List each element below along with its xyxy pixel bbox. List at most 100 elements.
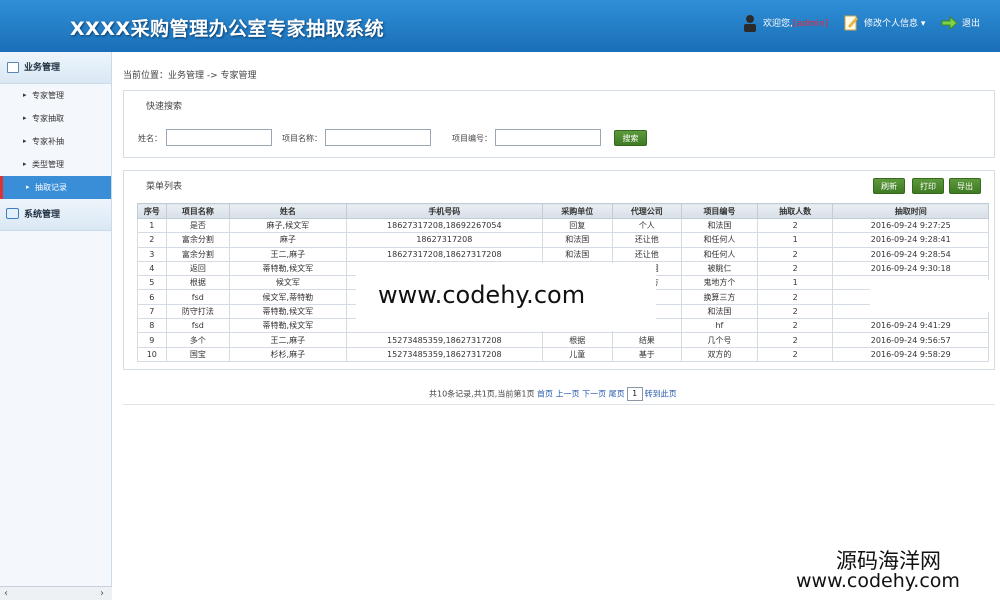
table-cell: 根据 — [542, 332, 613, 348]
watermark-blank — [870, 280, 990, 312]
table-cell: 9 — [137, 332, 167, 348]
table-cell: 和任何人 — [681, 246, 758, 262]
name-input[interactable] — [166, 129, 272, 146]
pagination: 共10条记录,共1页,当前第1页 首页 上一页 下一页 尾页 1 转到此页 — [429, 387, 677, 401]
table-cell: 几个号 — [681, 332, 758, 348]
name-label: 姓名： — [138, 134, 162, 143]
breadcrumb: 当前位置：业务管理 -> 专家管理 — [123, 71, 257, 81]
table-cell: 18627317208,18627317208 — [345, 246, 544, 262]
page-number-input[interactable]: 1 — [626, 387, 643, 401]
project-no-input[interactable] — [495, 129, 601, 146]
table-cell: 和法国 — [681, 217, 758, 234]
table-cell: 3 — [137, 246, 167, 262]
sidebar-item-expert-manage[interactable]: ▸ 专家管理 — [0, 84, 111, 107]
project-no-label: 项目编号： — [452, 134, 492, 143]
table-cell: 个人 — [611, 217, 683, 234]
table-cell: 和法国 — [542, 246, 613, 262]
table-cell: fsd — [165, 318, 231, 334]
sidebar-item-type-manage[interactable]: ▸ 类型管理 — [0, 153, 111, 176]
table-cell: 18627317208,18692267054 — [345, 217, 544, 234]
table-row[interactable]: 9 多个 王二,麻子 15273485359,18627317208 根据 结果 几个号 2 2… — [137, 332, 989, 348]
table-cell: 多个 — [165, 332, 231, 348]
col-header[interactable]: 采购单位 — [542, 203, 613, 219]
table-cell: 被眺仁 — [681, 260, 758, 277]
pager-goto[interactable]: 转到此页 — [645, 390, 677, 399]
refresh-button[interactable]: 刷新 — [873, 178, 905, 194]
table-header-row: 序号 项目名称 姓名 手机号码 采购单位 代理公司 项目编号 抽取人数 抽取时间 — [137, 203, 989, 219]
export-button[interactable]: 导出 — [949, 178, 981, 194]
table-cell: 15273485359,18627317208 — [345, 346, 544, 362]
col-header[interactable]: 抽取时间 — [832, 203, 989, 219]
table-cell: 和任何人 — [681, 232, 758, 248]
table-cell: 2016-09-24 9:56:57 — [832, 332, 989, 348]
table-cell: 富余分割 — [165, 232, 231, 248]
table-cell: 2016-09-24 9:30:18 — [832, 260, 989, 277]
table-cell: 2 — [756, 346, 834, 362]
scroll-right-icon[interactable]: › — [100, 587, 104, 600]
table-cell: 8 — [137, 318, 167, 334]
logout-link[interactable]: 退出 — [962, 16, 980, 32]
caret-right-icon: ▸ — [23, 114, 27, 122]
sidebar-group-system[interactable]: 系统管理 — [0, 199, 111, 231]
table-row[interactable]: 3 富余分割 王二,麻子 18627317208,18627317208 和法国 还让他和… — [137, 246, 989, 262]
table-cell: 候文军,蒂特勒 — [229, 289, 347, 305]
table-row[interactable]: 1 是否 麻子,候文军 18627317208,18692267054 回复 个人 和法国 2… — [137, 217, 989, 234]
watermark-url: www.codehy.com — [378, 281, 586, 309]
project-name-input[interactable] — [325, 129, 431, 146]
pager-first[interactable]: 首页 — [537, 390, 553, 399]
table-cell: 王二,麻子 — [229, 246, 347, 262]
project-name-label: 项目名称： — [282, 134, 322, 143]
table-cell: 2016-09-24 9:41:29 — [832, 318, 989, 334]
col-header[interactable]: 手机号码 — [345, 203, 544, 219]
edit-profile-link[interactable]: 修改个人信息 ▾ — [864, 16, 925, 32]
table-cell: 2 — [756, 303, 834, 320]
table-cell: 2016-09-24 9:27:25 — [832, 217, 989, 234]
table-cell: 7 — [137, 303, 167, 320]
table-cell: 结果 — [611, 332, 683, 348]
pager-last[interactable]: 尾页 — [609, 390, 625, 399]
table-row[interactable]: 2 富余分割 麻子 18627317208 和法国 还让他 和任何人 1 2016-09-24 … — [137, 232, 989, 248]
table-cell: 4 — [137, 260, 167, 277]
table-row[interactable]: 10 国宝 杉杉,麻子 15273485359,18627317208 儿童 基于 双方的 2… — [137, 346, 989, 362]
table-cell: 2016-09-24 9:58:29 — [832, 346, 989, 362]
col-header[interactable]: 项目编号 — [681, 203, 758, 219]
col-header[interactable]: 序号 — [137, 203, 167, 219]
col-header[interactable]: 代理公司 — [611, 203, 683, 219]
table-cell: 1 — [756, 232, 834, 248]
logout-icon — [941, 15, 958, 31]
top-header: XXXX采购管理办公室专家抽取系统 欢迎您,[admin] 修改个人信息 ▾ 退… — [0, 0, 1000, 52]
sidebar-scrollbar[interactable]: ‹ › — [0, 586, 112, 600]
user-icon — [744, 15, 756, 32]
table-cell: 根据 — [165, 275, 231, 291]
table-cell: 2 — [756, 260, 834, 277]
table-cell: 国宝 — [165, 346, 231, 362]
sidebar-item-expert-redraw[interactable]: ▸ 专家补抽 — [0, 130, 111, 153]
search-button[interactable]: 搜索 — [614, 130, 647, 146]
table-cell: 返回 — [165, 260, 231, 277]
table-cell: 10 — [137, 346, 167, 362]
table-cell: 5 — [137, 275, 167, 291]
table-cell: 2 — [756, 332, 834, 348]
table-cell: 换算三方 — [681, 289, 758, 305]
username[interactable]: [admin] — [793, 19, 828, 29]
list-panel-title: 菜单列表 — [146, 182, 183, 192]
table-cell: 1 — [756, 275, 834, 291]
col-header[interactable]: 抽取人数 — [756, 203, 834, 219]
table-cell: 王二,麻子 — [229, 332, 347, 348]
search-panel: 快速搜索 姓名： 项目名称： 项目编号： 搜索 — [123, 90, 995, 158]
col-header[interactable]: 项目名称 — [165, 203, 231, 219]
pager-next[interactable]: 下一页 — [582, 390, 606, 399]
sidebar-item-expert-draw[interactable]: ▸ 专家抽取 — [0, 107, 111, 130]
sidebar-group-business[interactable]: 业务管理 — [0, 52, 111, 84]
print-button[interactable]: 打印 — [912, 178, 944, 194]
table-cell: 鬼地方个 — [681, 275, 758, 291]
sidebar: 业务管理 ▸ 专家管理 ▸ 专家抽取 ▸ 专家补抽 ▸ 类型管理 ▸ 抽取记录 系统管理 … — [0, 52, 112, 600]
pager-prev[interactable]: 上一页 — [556, 390, 580, 399]
table-cell: 和法国 — [681, 303, 758, 320]
table-cell: hf — [681, 318, 758, 334]
col-header[interactable]: 姓名 — [229, 203, 347, 219]
scroll-left-icon[interactable]: ‹ — [4, 587, 8, 600]
sidebar-item-draw-records[interactable]: ▸ 抽取记录 — [0, 176, 111, 199]
pager-summary: 共10条记录,共1页,当前第1页 — [429, 389, 535, 399]
table-cell: 是否 — [165, 217, 231, 234]
